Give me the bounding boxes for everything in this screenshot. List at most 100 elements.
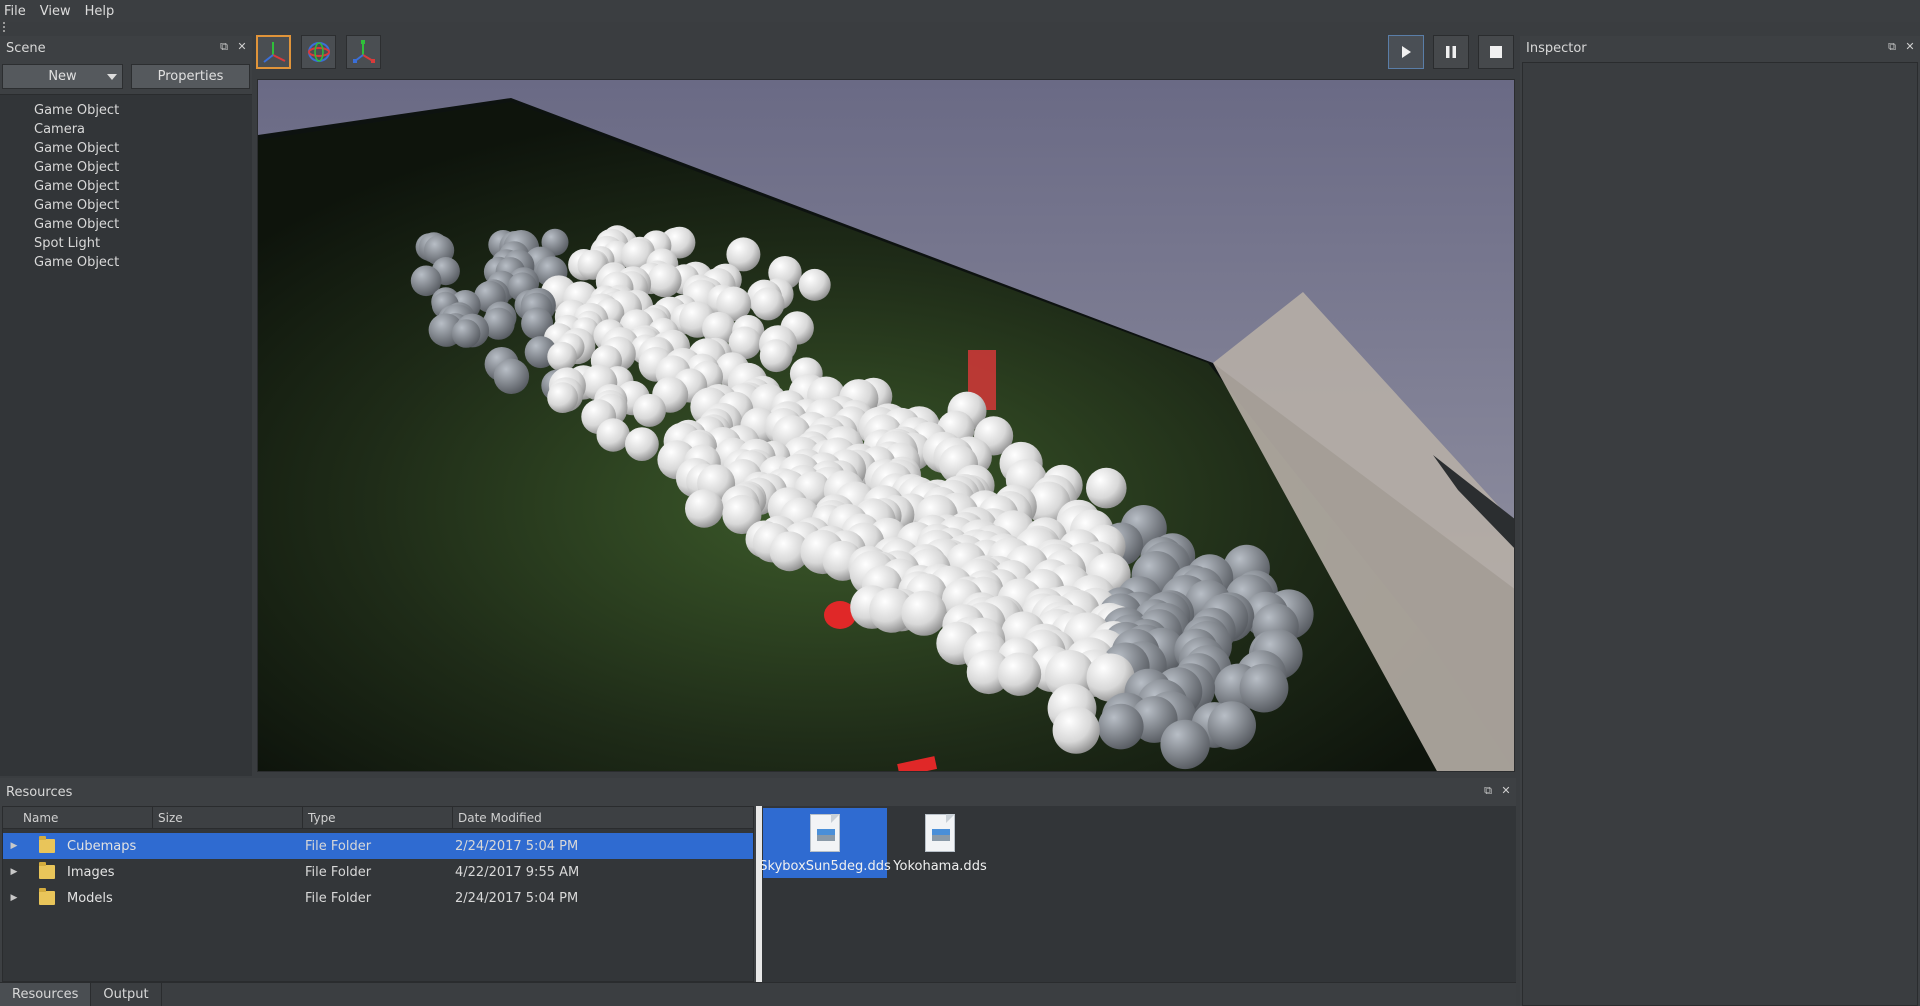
file-name: SkyboxSun5deg.dds [759, 859, 891, 874]
expand-arrow-icon[interactable]: ▶ [3, 841, 25, 851]
folder-icon [39, 888, 55, 905]
list-item[interactable]: Game Object [0, 139, 252, 158]
image-file-icon [925, 814, 955, 852]
list-item[interactable]: Spot Light [0, 234, 252, 253]
row-name: Models [67, 890, 113, 906]
file-item[interactable]: SkyboxSun5deg.dds [759, 808, 891, 878]
sphere-object [647, 263, 682, 298]
tab-output[interactable]: Output [91, 983, 162, 1006]
sphere-object [547, 382, 578, 413]
sphere-object [1086, 467, 1127, 509]
column-header-date[interactable]: Date Modified [453, 807, 753, 829]
inspector-panel-header: Inspector ⧉ ✕ [1520, 36, 1920, 60]
float-panel-icon[interactable]: ⧉ [218, 41, 230, 53]
properties-button[interactable]: Properties [131, 64, 250, 89]
sphere-object [1239, 663, 1289, 713]
file-item[interactable]: Yokohama.dds [890, 808, 990, 878]
float-panel-icon[interactable]: ⧉ [1482, 785, 1494, 797]
viewport-render [258, 80, 1514, 771]
table-header: Name Size Type Date Modified [3, 807, 753, 829]
row-date: 2/24/2017 5:04 PM [455, 838, 579, 854]
list-item[interactable]: Game Object [0, 158, 252, 177]
scale-tool-button[interactable] [346, 35, 381, 69]
row-name: Images [67, 864, 115, 880]
new-object-button[interactable]: New [2, 64, 123, 89]
column-header-type[interactable]: Type [303, 807, 453, 829]
rotate-gizmo-icon [307, 42, 330, 62]
translate-tool-button[interactable] [256, 35, 291, 69]
sphere-object [451, 319, 481, 348]
rotate-tool-button[interactable] [301, 35, 336, 69]
inspector-panel-title: Inspector [1526, 40, 1587, 56]
list-item[interactable]: Game Object [0, 101, 252, 120]
sphere-object [1052, 706, 1100, 754]
table-row[interactable]: ▶ Images File Folder 4/22/2017 9:55 AM [3, 859, 753, 885]
menu-help[interactable]: Help [85, 4, 115, 19]
expand-arrow-icon[interactable]: ▶ [3, 893, 25, 903]
close-panel-icon[interactable]: ✕ [1500, 785, 1512, 797]
scene-hierarchy-list: Game Object Camera Game Object Game Obje… [0, 94, 252, 776]
play-button[interactable] [1388, 35, 1424, 69]
translate-gizmo-icon [262, 42, 285, 63]
sphere-object [685, 489, 724, 528]
properties-label: Properties [157, 69, 224, 84]
scene-panel-title: Scene [6, 40, 46, 56]
image-file-icon [810, 814, 840, 852]
sphere-object [1098, 703, 1144, 750]
close-panel-icon[interactable]: ✕ [1904, 41, 1916, 53]
viewport-toolbar [256, 32, 1518, 72]
column-header-size[interactable]: Size [153, 807, 303, 829]
row-type: File Folder [305, 838, 372, 854]
table-row[interactable]: ▶ Cubemaps File Folder 2/24/2017 5:04 PM [3, 833, 753, 859]
sphere-object [493, 358, 530, 394]
sphere-object [596, 418, 630, 452]
sphere-object [1207, 701, 1256, 750]
list-item[interactable]: Game Object [0, 196, 252, 215]
scene-viewport[interactable] [257, 79, 1515, 772]
chevron-down-icon [107, 74, 117, 80]
pause-button[interactable] [1433, 35, 1469, 69]
column-header-name[interactable]: Name [3, 807, 153, 829]
new-object-label: New [48, 69, 77, 84]
resources-file-grid: SkyboxSun5deg.dds Yokohama.dds [759, 806, 1516, 982]
menu-view[interactable]: View [40, 4, 71, 19]
sphere-object [751, 287, 785, 321]
sphere-object [547, 341, 577, 372]
toolbar-grip[interactable] [3, 22, 6, 32]
resources-panel-title: Resources [6, 784, 73, 800]
menu-file[interactable]: File [4, 4, 26, 19]
scene-panel-header: Scene ⧉ ✕ [0, 36, 252, 60]
row-name: Cubemaps [67, 838, 137, 854]
list-item[interactable]: Game Object [0, 177, 252, 196]
row-date: 2/24/2017 5:04 PM [455, 890, 579, 906]
sphere-object [1160, 719, 1210, 770]
stop-button[interactable] [1478, 35, 1514, 69]
bottom-tab-bar: Resources Output [0, 982, 1516, 1006]
resources-panel-header: Resources ⧉ ✕ [0, 780, 1516, 804]
file-name: Yokohama.dds [893, 859, 987, 874]
sphere-object [633, 393, 666, 427]
sphere-object [997, 652, 1042, 696]
tab-resources[interactable]: Resources [0, 983, 92, 1006]
float-panel-icon[interactable]: ⧉ [1886, 41, 1898, 53]
close-panel-icon[interactable]: ✕ [236, 41, 248, 53]
list-item[interactable]: Game Object [0, 215, 252, 234]
row-type: File Folder [305, 864, 372, 880]
inspector-body [1522, 62, 1918, 1006]
menu-bar: File View Help [0, 0, 1920, 22]
sphere-object [759, 339, 793, 373]
sphere-object [625, 427, 659, 461]
row-type: File Folder [305, 890, 372, 906]
play-icon [1402, 46, 1411, 58]
expand-arrow-icon[interactable]: ▶ [3, 867, 25, 877]
list-item[interactable]: Game Object [0, 253, 252, 272]
folder-icon [39, 836, 55, 853]
table-row[interactable]: ▶ Models File Folder 2/24/2017 5:04 PM [3, 885, 753, 911]
stop-icon [1490, 46, 1502, 58]
folder-icon [39, 862, 55, 879]
scene-panel: Scene ⧉ ✕ New Properties Game Object Cam… [0, 36, 252, 776]
list-item[interactable]: Camera [0, 120, 252, 139]
inspector-panel: Inspector ⧉ ✕ [1520, 36, 1920, 1006]
sphere-object [901, 590, 947, 636]
sphere-object [798, 268, 831, 301]
